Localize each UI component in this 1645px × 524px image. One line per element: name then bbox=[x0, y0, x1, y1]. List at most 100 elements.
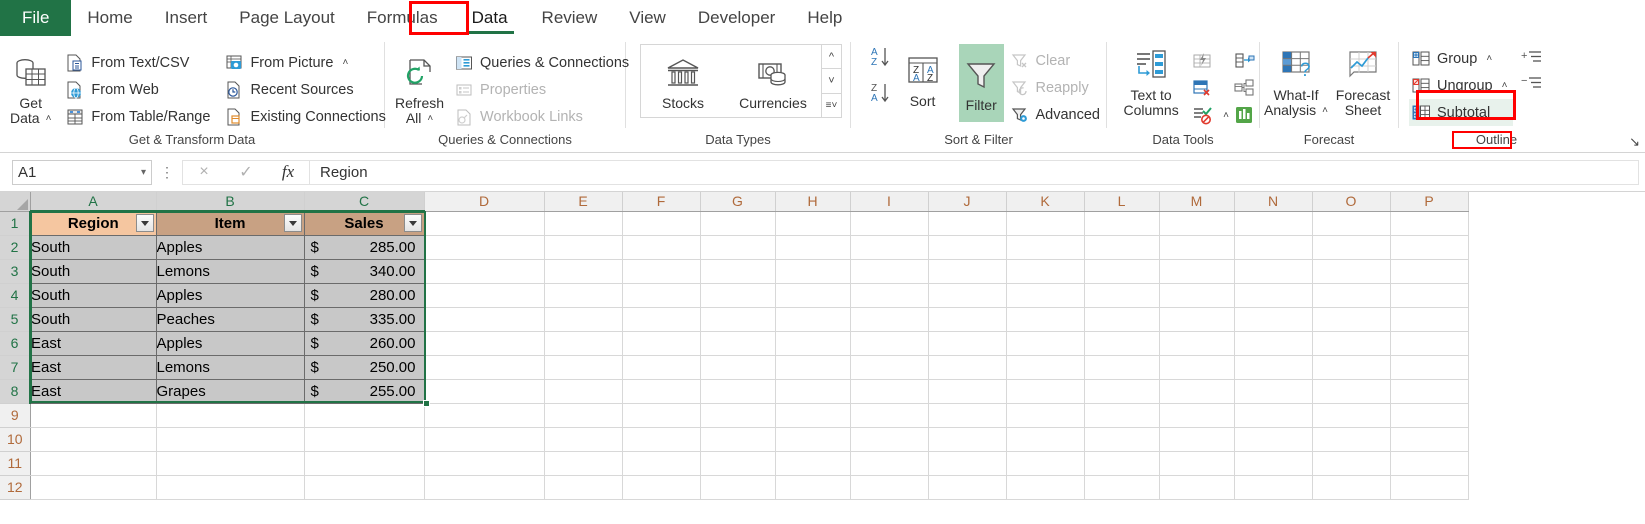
queries-connections-button[interactable]: Queries & Connections bbox=[452, 49, 635, 76]
cell-l11[interactable] bbox=[1084, 451, 1160, 476]
chevron-down-icon[interactable]: ˄ bbox=[342, 57, 348, 68]
cell-a9[interactable] bbox=[30, 403, 157, 428]
cell-d11[interactable] bbox=[424, 451, 545, 476]
cell-a4[interactable]: South bbox=[30, 283, 157, 308]
cell-o9[interactable] bbox=[1312, 403, 1391, 428]
column-header-e[interactable]: E bbox=[544, 192, 623, 212]
cell-b7[interactable]: Lemons bbox=[156, 355, 305, 380]
group-button[interactable]: Group ˄ bbox=[1409, 45, 1513, 72]
cell-g3[interactable] bbox=[700, 259, 776, 284]
cell-o1[interactable] bbox=[1312, 211, 1391, 236]
cell-p2[interactable] bbox=[1390, 235, 1469, 260]
from-text-csv-button[interactable]: From Text/CSV bbox=[63, 49, 216, 76]
enter-formula-icon[interactable]: ✓ bbox=[225, 162, 267, 182]
cell-f10[interactable] bbox=[622, 427, 701, 452]
cell-m2[interactable] bbox=[1159, 235, 1235, 260]
cell-p10[interactable] bbox=[1390, 427, 1469, 452]
table-header-sales[interactable]: Sales bbox=[304, 211, 425, 236]
cancel-formula-icon[interactable]: × bbox=[183, 163, 225, 181]
cell-b5[interactable]: Peaches bbox=[156, 307, 305, 332]
cell-c11[interactable] bbox=[304, 451, 425, 476]
cell-d4[interactable] bbox=[424, 283, 545, 308]
cell-b9[interactable] bbox=[156, 403, 305, 428]
row-header-3[interactable]: 3 bbox=[0, 259, 31, 284]
tab-view[interactable]: View bbox=[613, 0, 682, 36]
cell-g8[interactable] bbox=[700, 379, 776, 404]
cell-i1[interactable] bbox=[850, 211, 929, 236]
formula-bar-expand-dots[interactable]: ⋮ bbox=[152, 164, 182, 181]
from-web-button[interactable]: From Web bbox=[63, 76, 216, 103]
cell-n11[interactable] bbox=[1234, 451, 1313, 476]
column-header-b[interactable]: B bbox=[156, 192, 305, 212]
cell-n8[interactable] bbox=[1234, 379, 1313, 404]
cell-g9[interactable] bbox=[700, 403, 776, 428]
cell-h10[interactable] bbox=[775, 427, 851, 452]
currencies-button[interactable]: Currencies bbox=[725, 45, 821, 117]
cell-n7[interactable] bbox=[1234, 355, 1313, 380]
cell-g10[interactable] bbox=[700, 427, 776, 452]
cell-e8[interactable] bbox=[544, 379, 623, 404]
row-header-2[interactable]: 2 bbox=[0, 235, 31, 260]
cell-d8[interactable] bbox=[424, 379, 545, 404]
cell-a10[interactable] bbox=[30, 427, 157, 452]
row-header-8[interactable]: 8 bbox=[0, 379, 31, 404]
column-header-j[interactable]: J bbox=[928, 192, 1007, 212]
cell-k9[interactable] bbox=[1006, 403, 1085, 428]
tab-developer[interactable]: Developer bbox=[682, 0, 792, 36]
row-header-6[interactable]: 6 bbox=[0, 331, 31, 356]
cell-l5[interactable] bbox=[1084, 307, 1160, 332]
cell-l4[interactable] bbox=[1084, 283, 1160, 308]
cell-b2[interactable]: Apples bbox=[156, 235, 305, 260]
cell-k11[interactable] bbox=[1006, 451, 1085, 476]
cell-i2[interactable] bbox=[850, 235, 929, 260]
cell-j6[interactable] bbox=[928, 331, 1007, 356]
cell-j2[interactable] bbox=[928, 235, 1007, 260]
cell-o4[interactable] bbox=[1312, 283, 1391, 308]
cell-p11[interactable] bbox=[1390, 451, 1469, 476]
tab-formulas[interactable]: Formulas bbox=[351, 0, 454, 36]
cell-l2[interactable] bbox=[1084, 235, 1160, 260]
cell-b10[interactable] bbox=[156, 427, 305, 452]
from-picture-button[interactable]: From Picture ˄ bbox=[222, 49, 391, 76]
cell-i6[interactable] bbox=[850, 331, 929, 356]
cell-c6[interactable]: $ 260.00 bbox=[304, 331, 425, 356]
cell-a5[interactable]: South bbox=[30, 307, 157, 332]
cell-n6[interactable] bbox=[1234, 331, 1313, 356]
filter-dropdown-item[interactable] bbox=[283, 214, 302, 232]
cell-c12[interactable] bbox=[304, 475, 425, 500]
cell-d5[interactable] bbox=[424, 307, 545, 332]
refresh-all-button[interactable]: Refresh All ˄ bbox=[393, 50, 446, 128]
what-if-analysis-button[interactable]: ? What-If Analysis ˄ bbox=[1260, 42, 1332, 120]
name-box[interactable]: A1 ▾ bbox=[12, 159, 152, 185]
cell-g2[interactable] bbox=[700, 235, 776, 260]
cell-l6[interactable] bbox=[1084, 331, 1160, 356]
column-header-f[interactable]: F bbox=[622, 192, 701, 212]
cell-j10[interactable] bbox=[928, 427, 1007, 452]
cell-c2[interactable]: $ 285.00 bbox=[304, 235, 425, 260]
cell-m10[interactable] bbox=[1159, 427, 1235, 452]
cell-k7[interactable] bbox=[1006, 355, 1085, 380]
flash-fill-icon[interactable] bbox=[1187, 50, 1217, 72]
cell-i11[interactable] bbox=[850, 451, 929, 476]
tab-help[interactable]: Help bbox=[791, 0, 858, 36]
cell-o5[interactable] bbox=[1312, 307, 1391, 332]
relationships-icon[interactable] bbox=[1229, 77, 1259, 99]
cell-e7[interactable] bbox=[544, 355, 623, 380]
chevron-down-icon[interactable]: ˄ bbox=[1502, 80, 1508, 91]
ungroup-button[interactable]: Ungroup ˄ bbox=[1409, 72, 1513, 99]
cell-p6[interactable] bbox=[1390, 331, 1469, 356]
cell-k12[interactable] bbox=[1006, 475, 1085, 500]
table-header-region[interactable]: Region bbox=[30, 211, 157, 236]
manage-data-model-icon[interactable] bbox=[1229, 104, 1259, 126]
cell-f7[interactable] bbox=[622, 355, 701, 380]
tab-insert[interactable]: Insert bbox=[149, 0, 224, 36]
row-header-5[interactable]: 5 bbox=[0, 307, 31, 332]
cell-n3[interactable] bbox=[1234, 259, 1313, 284]
cell-j3[interactable] bbox=[928, 259, 1007, 284]
cell-b3[interactable]: Lemons bbox=[156, 259, 305, 284]
cell-f5[interactable] bbox=[622, 307, 701, 332]
cell-m8[interactable] bbox=[1159, 379, 1235, 404]
cell-p4[interactable] bbox=[1390, 283, 1469, 308]
cell-h5[interactable] bbox=[775, 307, 851, 332]
data-validation-icon[interactable] bbox=[1187, 104, 1217, 126]
